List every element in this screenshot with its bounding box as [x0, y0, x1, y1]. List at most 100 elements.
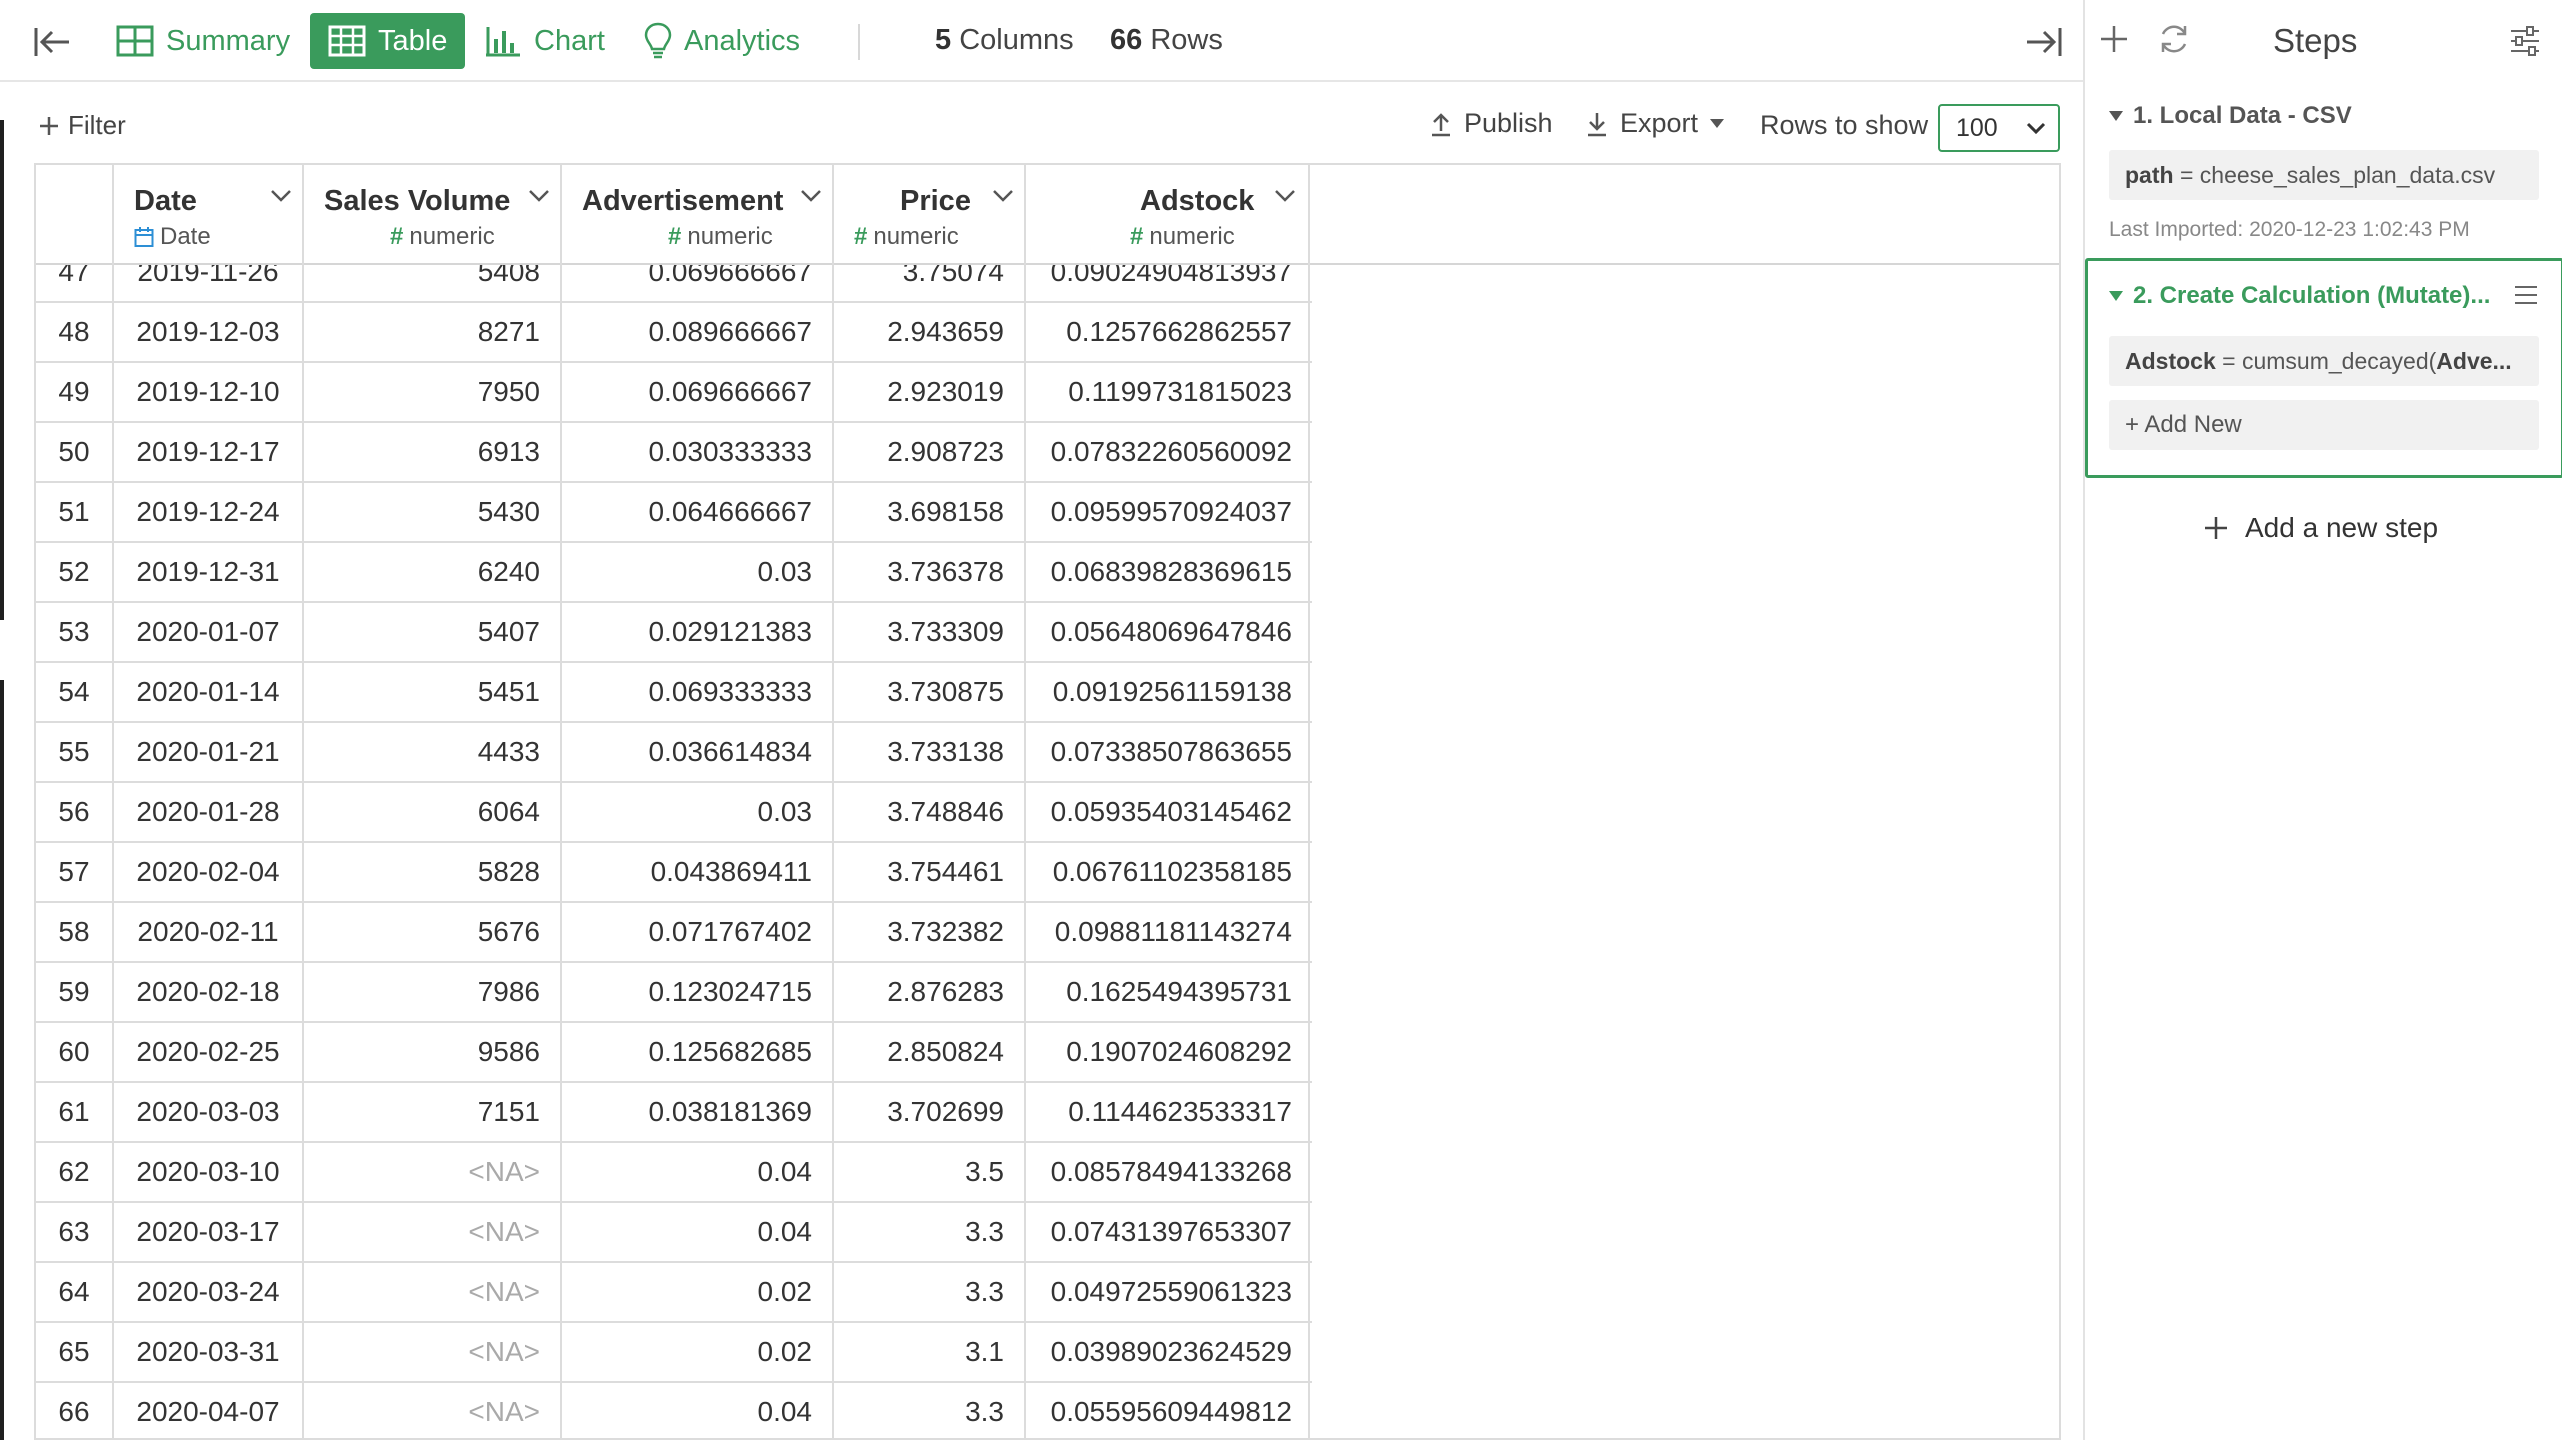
- column-header-price[interactable]: Price # numeric: [834, 165, 1026, 265]
- column-name: Date: [134, 185, 197, 217]
- date-cell: 2020-01-28: [114, 783, 304, 843]
- column-type: Date: [134, 223, 211, 251]
- numeric-hash-icon: #: [390, 223, 404, 250]
- price-cell: 3.698158: [834, 483, 1026, 543]
- column-name: Price: [900, 185, 971, 217]
- chevron-down-icon[interactable]: [528, 189, 550, 203]
- table-row: 56 2020-01-28 6064 0.03 3.748846 0.0593540314…: [36, 783, 1312, 843]
- tab-summary[interactable]: Summary: [98, 13, 308, 69]
- advertisement-cell: 0.069333333: [562, 663, 834, 723]
- settings-sliders-icon[interactable]: [2509, 26, 2541, 56]
- sales-volume-cell: 8271: [304, 303, 562, 363]
- price-cell: 2.876283: [834, 963, 1026, 1023]
- sales-volume-cell: <NA>: [304, 1383, 562, 1438]
- column-type: # numeric: [1130, 223, 1235, 251]
- add-step-plus-icon[interactable]: [2099, 24, 2129, 54]
- adstock-cell: 0.03989023624529: [1026, 1323, 1310, 1383]
- rows-to-show-label: Rows to show: [1760, 110, 1929, 140]
- price-cell: 3.733309: [834, 603, 1026, 663]
- column-header-sales-volume[interactable]: Sales Volume # numeric: [304, 165, 562, 265]
- column-header-date[interactable]: Date Date: [114, 165, 304, 265]
- filter-label: Filter: [68, 110, 126, 140]
- price-cell: 3.702699: [834, 1083, 1026, 1143]
- column-type-label: numeric: [1149, 223, 1235, 250]
- date-cell: 2019-12-03: [114, 303, 304, 363]
- column-name: Adstock: [1140, 185, 1255, 217]
- chevron-down-icon[interactable]: [992, 189, 1014, 203]
- advertisement-cell: 0.030333333: [562, 423, 834, 483]
- steps-panel: Steps 1. Local Data - CSV path = cheese_…: [2083, 0, 2562, 1440]
- columns-count-value: 5: [935, 24, 952, 56]
- collapse-triangle-icon: [2109, 111, 2123, 121]
- step-menu-icon[interactable]: [2513, 284, 2539, 306]
- chevron-down-icon[interactable]: [1274, 189, 1296, 203]
- index-header: [36, 165, 114, 265]
- advertisement-cell: 0.02: [562, 1323, 834, 1383]
- chevron-down-icon[interactable]: [270, 189, 292, 203]
- table-row: 53 2020-01-07 5407 0.029121383 3.733309 0.056…: [36, 603, 1312, 663]
- sales-volume-cell: <NA>: [304, 1203, 562, 1263]
- date-cell: 2020-02-11: [114, 903, 304, 963]
- column-header-adstock[interactable]: Adstock # numeric: [1026, 165, 1310, 265]
- collapse-left-icon[interactable]: [30, 20, 74, 64]
- row-index-cell: 62: [36, 1143, 114, 1203]
- step-1-title[interactable]: 1. Local Data - CSV: [2109, 102, 2352, 130]
- step-2-param[interactable]: Adstock = cumsum_decayed(Adve...: [2109, 336, 2539, 386]
- row-index-cell: 54: [36, 663, 114, 723]
- download-icon: [1588, 112, 1606, 136]
- price-cell: 2.923019: [834, 363, 1026, 423]
- date-cell: 2020-01-21: [114, 723, 304, 783]
- refresh-icon[interactable]: [2157, 22, 2191, 56]
- expand-right-icon[interactable]: [2022, 20, 2066, 64]
- date-cell: 2019-12-10: [114, 363, 304, 423]
- table-row: 50 2019-12-17 6913 0.030333333 2.908723 0.078…: [36, 423, 1312, 483]
- sales-volume-cell: 5676: [304, 903, 562, 963]
- add-new-step-button[interactable]: Add a new step: [2203, 512, 2438, 544]
- rows-to-show-select[interactable]: 100: [1938, 104, 2060, 152]
- adstock-cell: 0.09599570924037: [1026, 483, 1310, 543]
- calendar-icon: [134, 227, 154, 247]
- adstock-cell: 0.08578494133268: [1026, 1143, 1310, 1203]
- collapse-triangle-icon: [2109, 291, 2123, 301]
- price-cell: 3.3: [834, 1263, 1026, 1323]
- filter-button[interactable]: Filter: [38, 110, 126, 141]
- advertisement-cell: 0.064666667: [562, 483, 834, 543]
- tab-chart[interactable]: Chart: [466, 13, 623, 69]
- row-index-cell: 57: [36, 843, 114, 903]
- chevron-down-icon[interactable]: [800, 189, 822, 203]
- table-row: 52 2019-12-31 6240 0.03 3.736378 0.0683982836…: [36, 543, 1312, 603]
- price-cell: 3.730875: [834, 663, 1026, 723]
- price-cell: 3.5: [834, 1143, 1026, 1203]
- sales-volume-cell: 5828: [304, 843, 562, 903]
- sales-volume-cell: <NA>: [304, 1323, 562, 1383]
- step-1-param-key: path: [2125, 162, 2174, 188]
- date-cell: 2020-03-10: [114, 1143, 304, 1203]
- tab-analytics[interactable]: Analytics: [626, 13, 818, 69]
- tab-table[interactable]: Table: [310, 13, 466, 69]
- price-cell: 3.736378: [834, 543, 1026, 603]
- add-new-button[interactable]: + Add New: [2109, 400, 2539, 450]
- left-edge: [0, 0, 4, 1440]
- export-label: Export: [1620, 108, 1699, 138]
- sales-volume-cell: <NA>: [304, 1143, 562, 1203]
- price-cell: 3.733138: [834, 723, 1026, 783]
- add-new-step-label: Add a new step: [2245, 512, 2439, 543]
- rows-count: 66 Rows: [1110, 24, 1223, 57]
- export-button[interactable]: Export: [1586, 108, 1725, 139]
- column-type-label: Date: [160, 223, 211, 250]
- step-1-param[interactable]: path = cheese_sales_plan_data.csv: [2109, 150, 2539, 200]
- publish-button[interactable]: Publish: [1430, 108, 1553, 139]
- column-header-advertisement[interactable]: Advertisement # numeric: [562, 165, 834, 265]
- advertisement-cell: 0.125682685: [562, 1023, 834, 1083]
- step-2-title[interactable]: 2. Create Calculation (Mutate)...: [2109, 282, 2490, 310]
- row-index-cell: 66: [36, 1383, 114, 1438]
- row-index-cell: 64: [36, 1263, 114, 1323]
- tab-label: Summary: [166, 24, 291, 57]
- advertisement-cell: 0.02: [562, 1263, 834, 1323]
- step-1-param-value: = cheese_sales_plan_data.csv: [2179, 162, 2496, 188]
- adstock-cell: 0.05648069647846: [1026, 603, 1310, 663]
- row-index-cell: 63: [36, 1203, 114, 1263]
- table-header: Date Date Sales Volume # numeric Adverti…: [36, 165, 2059, 265]
- sales-volume-cell: <NA>: [304, 1263, 562, 1323]
- table-row: 51 2019-12-24 5430 0.064666667 3.698158 0.095…: [36, 483, 1312, 543]
